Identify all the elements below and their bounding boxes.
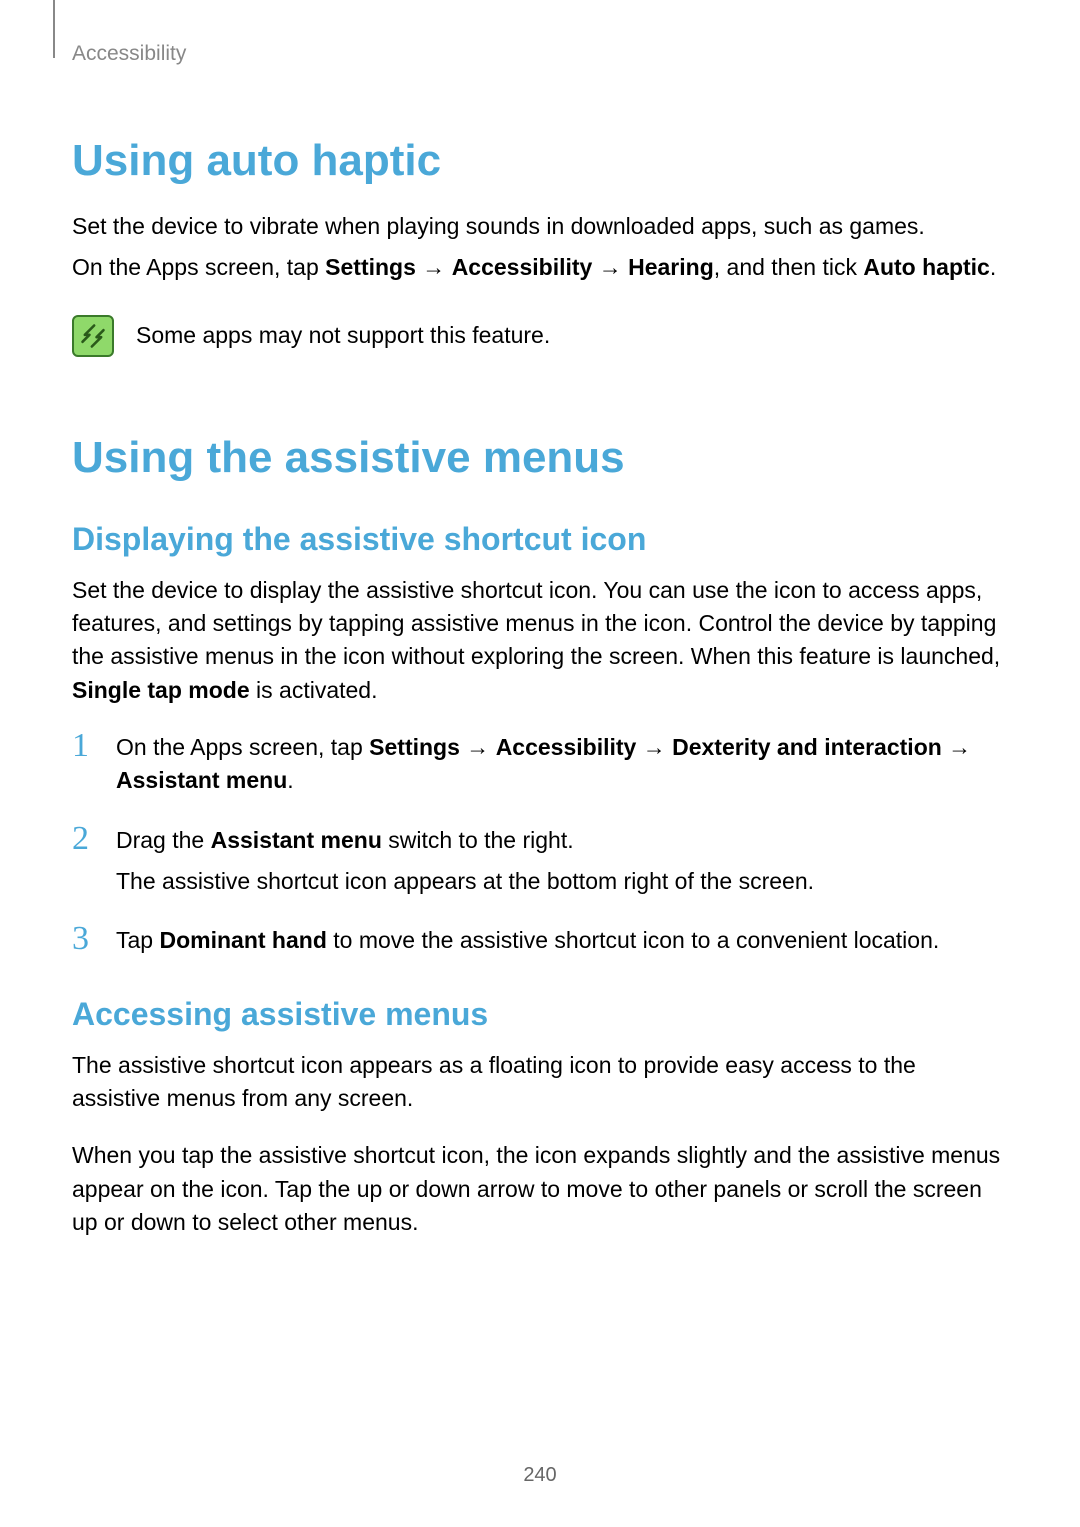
text: , and then tick <box>714 254 864 280</box>
header-rule <box>53 0 55 58</box>
step-2-body: Drag the Assistant menu switch to the ri… <box>116 824 1008 899</box>
text: is activated. <box>250 677 378 703</box>
accessing-p2: When you tap the assistive shortcut icon… <box>72 1139 1008 1239</box>
text: Set the device to display the assistive … <box>72 577 1000 670</box>
accessing-p1: The assistive shortcut icon appears as a… <box>72 1049 1008 1116</box>
text: . <box>287 767 293 793</box>
text: Drag the <box>116 827 211 853</box>
step-3-body: Tap Dominant hand to move the assistive … <box>116 924 1008 957</box>
arrow-icon: → <box>636 734 672 760</box>
text: to move the assistive shortcut icon to a… <box>327 927 939 953</box>
assistant-menu-label: Assistant menu <box>116 767 287 793</box>
page-number: 240 <box>0 1464 1080 1487</box>
step-number-2: 2 <box>72 822 100 856</box>
text: switch to the right. <box>382 827 574 853</box>
breadcrumb: Accessibility <box>72 42 1008 66</box>
dexterity-label: Dexterity and interaction <box>672 734 942 760</box>
arrow-icon: → <box>592 254 628 280</box>
subheading-accessing-assistive-menus: Accessing assistive menus <box>72 996 1008 1033</box>
accessibility-label: Accessibility <box>452 254 593 280</box>
displaying-description: Set the device to display the assistive … <box>72 574 1008 707</box>
step-number-3: 3 <box>72 922 100 956</box>
auto-haptic-label: Auto haptic <box>863 254 990 280</box>
auto-haptic-path: On the Apps screen, tap Settings → Acces… <box>72 251 1008 284</box>
arrow-icon: → <box>416 254 452 280</box>
note-text: Some apps may not support this feature. <box>136 313 550 352</box>
heading-using-auto-haptic: Using auto haptic <box>72 136 1008 186</box>
text: Tap <box>116 927 159 953</box>
note-icon <box>72 315 114 357</box>
step-1: 1 On the Apps screen, tap Settings → Acc… <box>72 731 1008 798</box>
auto-haptic-description: Set the device to vibrate when playing s… <box>72 210 1008 243</box>
page-content: Accessibility Using auto haptic Set the … <box>0 0 1080 1240</box>
settings-label: Settings <box>325 254 416 280</box>
note-block: Some apps may not support this feature. <box>72 313 1008 357</box>
arrow-icon: → <box>460 734 496 760</box>
step-3: 3 Tap Dominant hand to move the assistiv… <box>72 924 1008 957</box>
settings-label: Settings <box>369 734 460 760</box>
accessibility-label: Accessibility <box>496 734 637 760</box>
text: On the Apps screen, tap <box>116 734 369 760</box>
step-1-body: On the Apps screen, tap Settings → Acces… <box>116 731 1008 798</box>
arrow-icon: → <box>942 734 971 760</box>
heading-using-assistive-menus: Using the assistive menus <box>72 433 1008 483</box>
text: . <box>990 254 996 280</box>
assistant-menu-label: Assistant menu <box>211 827 382 853</box>
single-tap-mode-label: Single tap mode <box>72 677 250 703</box>
step-number-1: 1 <box>72 729 100 763</box>
step-2-sub: The assistive shortcut icon appears at t… <box>116 865 1008 898</box>
hearing-label: Hearing <box>628 254 714 280</box>
subheading-displaying-shortcut-icon: Displaying the assistive shortcut icon <box>72 521 1008 558</box>
dominant-hand-label: Dominant hand <box>159 927 326 953</box>
step-2: 2 Drag the Assistant menu switch to the … <box>72 824 1008 899</box>
text: On the Apps screen, tap <box>72 254 325 280</box>
